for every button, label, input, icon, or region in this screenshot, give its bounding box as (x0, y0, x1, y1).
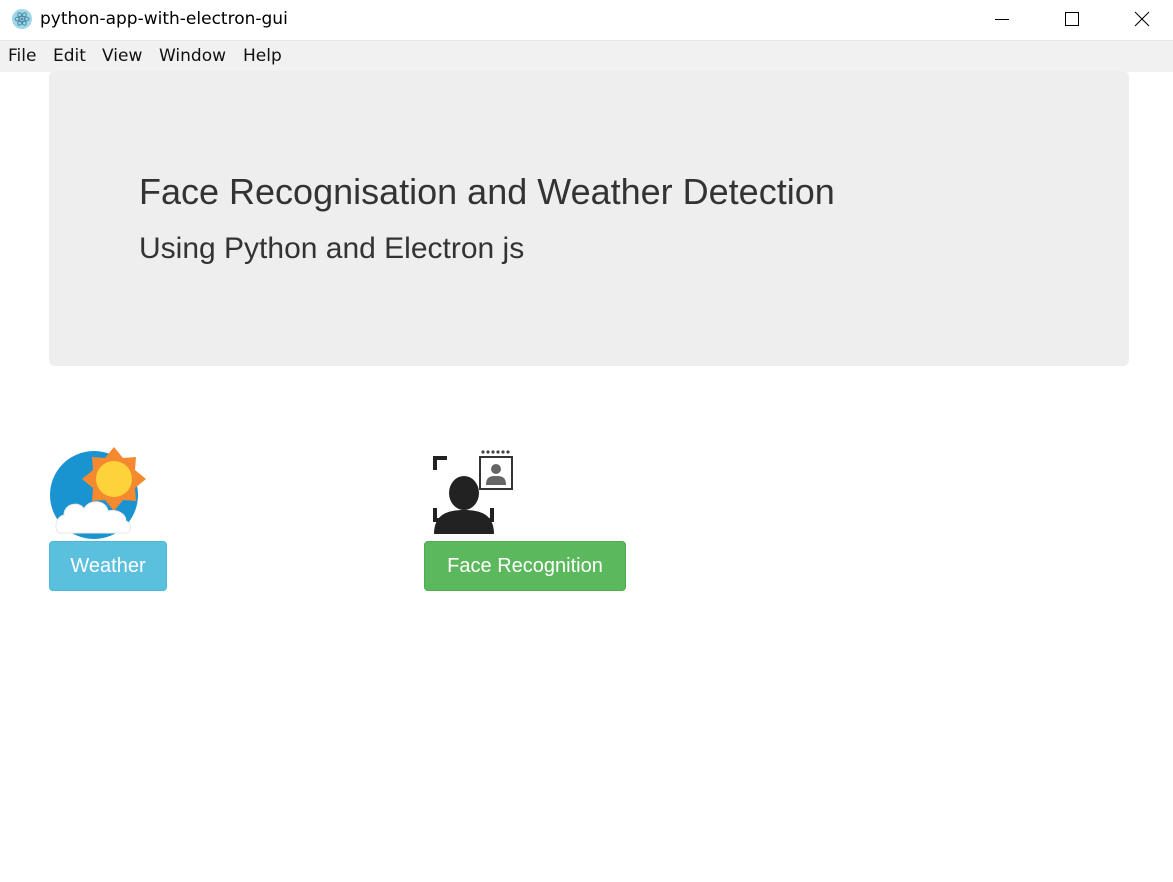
close-button[interactable] (1107, 0, 1173, 38)
menu-help[interactable]: Help (243, 46, 282, 66)
jumbotron: Face Recognisation and Weather Detection… (49, 71, 1129, 366)
electron-app-icon (12, 9, 32, 29)
face-recognition-button[interactable]: Face Recognition (424, 541, 626, 591)
close-icon (1134, 11, 1150, 27)
window-title: python-app-with-electron-gui (40, 9, 288, 29)
menu-file[interactable]: File (8, 46, 36, 66)
face-recognition-icon (433, 450, 513, 534)
page-title: Face Recognisation and Weather Detection (139, 171, 835, 212)
menu-view[interactable]: View (102, 46, 142, 66)
page-subtitle: Using Python and Electron js (139, 232, 525, 265)
menu-bar: File Edit View Window Help (0, 40, 1173, 72)
weather-icon (50, 447, 146, 539)
title-bar: python-app-with-electron-gui (0, 0, 1173, 40)
maximize-button[interactable] (1037, 0, 1107, 38)
menu-window[interactable]: Window (159, 46, 226, 66)
menu-edit[interactable]: Edit (53, 46, 86, 66)
minimize-icon (995, 19, 1009, 20)
weather-button[interactable]: Weather (49, 541, 167, 591)
maximize-icon (1065, 12, 1079, 26)
minimize-button[interactable] (967, 0, 1037, 38)
